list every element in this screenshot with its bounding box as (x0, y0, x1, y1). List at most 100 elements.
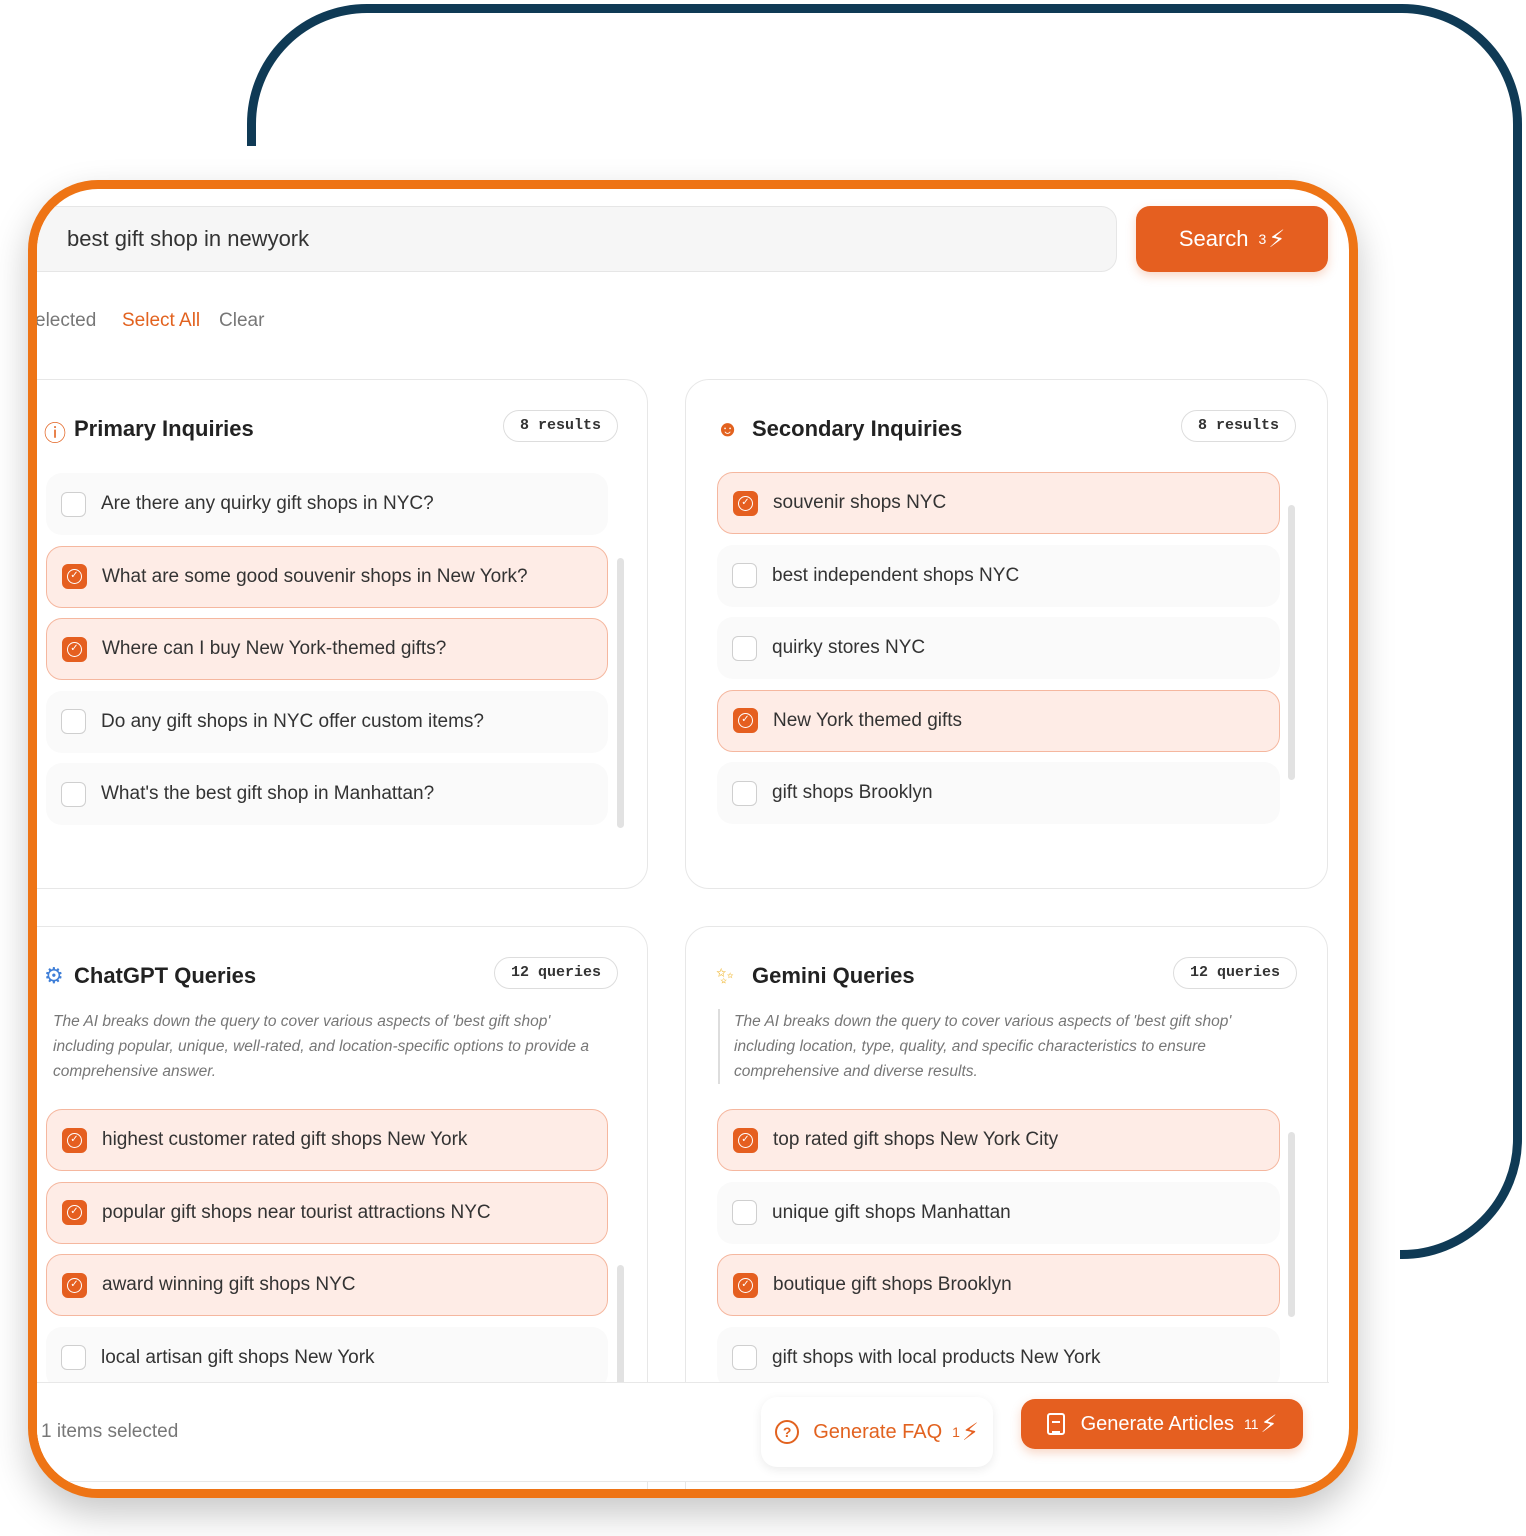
articles-cost: 11 (1244, 1416, 1259, 1432)
query-item[interactable]: ✓ award winning gift shops NYC (46, 1254, 608, 1316)
query-item[interactable]: ✓ gift shops with local products New York (717, 1326, 1280, 1389)
checkbox[interactable]: ✓ (61, 1345, 86, 1370)
search-input[interactable] (67, 207, 1067, 271)
query-label: souvenir shops NYC (773, 492, 947, 513)
query-item[interactable]: ✓ Where can I buy New York-themed gifts? (46, 618, 608, 680)
users-icon: ☻ (716, 416, 740, 441)
checkbox[interactable]: ✓ (732, 563, 757, 588)
checkbox-checked[interactable]: ✓ (62, 564, 87, 589)
panel-title: Gemini Queries (752, 963, 915, 988)
scrollbar[interactable] (1288, 505, 1295, 780)
query-item[interactable]: ✓ unique gift shops Manhattan (717, 1181, 1280, 1244)
query-label: What's the best gift shop in Manhattan? (101, 783, 435, 804)
panel-description: The AI breaks down the query to cover va… (53, 1013, 589, 1080)
check-icon: ✓ (67, 1132, 82, 1148)
panel-title: Primary Inquiries (74, 416, 254, 441)
query-label: What are some good souvenir shops in New… (102, 565, 528, 587)
check-icon: ✓ (67, 1205, 82, 1220)
query-label: highest customer rated gift shops New Yo… (102, 1129, 468, 1150)
query-item[interactable]: ✓ Do any gift shops in NYC offer custom i… (46, 690, 608, 753)
results-badge: 8 results (1181, 410, 1297, 442)
panel-description: The AI breaks down the query to cover va… (718, 1009, 1278, 1084)
results-badge: 8 results (503, 410, 619, 442)
secondary-inquiries-panel: ☻ Secondary Inquiries 8 results ✓ souveni… (685, 379, 1328, 889)
checkbox[interactable]: ✓ (732, 635, 757, 661)
generate-articles-button[interactable]: Generate Articles 11 ⚡︎ (1021, 1399, 1303, 1449)
checkbox[interactable]: ✓ (732, 780, 757, 806)
checkbox[interactable]: ✓ (61, 491, 86, 517)
query-label: quirky stores NYC (772, 637, 926, 658)
checkbox-checked[interactable]: ✓ (62, 1127, 87, 1153)
query-label: New York themed gifts (773, 709, 963, 731)
query-label: popular gift shops near tourist attracti… (102, 1201, 491, 1223)
query-item[interactable]: ✓ popular gift shops near tourist attract… (46, 1181, 608, 1244)
queries-badge: 12 queries (1173, 957, 1298, 989)
check-icon: ✓ (67, 641, 82, 657)
panel-title: Secondary Inquiries (752, 416, 963, 441)
search-button-label: Search (1178, 226, 1249, 251)
query-item[interactable]: ✓ highest customer rated gift shops New Y… (46, 1109, 608, 1171)
app-screen: ⚲ Search 3 ⚡︎ elected Select All Clear ⓘ… (37, 189, 1349, 1489)
sparkle-icon: ✨︎ (716, 963, 735, 988)
checkbox-checked[interactable]: ✓ (733, 1272, 758, 1298)
clear-link[interactable]: Clear (219, 310, 264, 332)
search-cost: 3 (1258, 231, 1267, 247)
scrollbar[interactable] (1288, 1132, 1295, 1317)
checkbox-checked[interactable]: ✓ (62, 1200, 87, 1225)
check-icon: ✓ (67, 569, 82, 584)
query-label: best independent shops NYC (772, 564, 1020, 586)
search-button[interactable]: Search 3 ⚡︎ (1136, 206, 1328, 272)
query-label: gift shops with local products New York (772, 1346, 1101, 1368)
bolt-icon: ⚡︎ (961, 1418, 979, 1446)
document-icon (1046, 1413, 1065, 1435)
query-label: Where can I buy New York-themed gifts? (102, 638, 447, 659)
scrollbar[interactable] (617, 558, 624, 828)
query-item[interactable]: ✓ Are there any quirky gift shops in NYC? (46, 473, 608, 535)
checkbox-checked[interactable]: ✓ (62, 636, 87, 662)
check-icon: ✓ (738, 1277, 753, 1293)
query-item[interactable]: ✓ best independent shops NYC (717, 544, 1280, 607)
select-all-link[interactable]: Select All (122, 310, 200, 332)
check-icon: ✓ (738, 495, 753, 511)
query-label: unique gift shops Manhattan (772, 1201, 1011, 1223)
query-label: boutique gift shops Brooklyn (773, 1274, 1012, 1295)
question-icon: ⓘ (44, 421, 67, 446)
bolt-icon: ⚡︎ (1260, 1410, 1278, 1438)
query-item[interactable]: ✓ What's the best gift shop in Manhattan? (46, 763, 608, 825)
query-item[interactable]: ✓ local artisan gift shops New York (46, 1326, 608, 1389)
search-icon: ⚲ (37, 226, 39, 252)
queries-badge: 12 queries (494, 957, 619, 989)
query-item[interactable]: ✓ top rated gift shops New York City (717, 1109, 1280, 1171)
query-item[interactable]: ✓ souvenir shops NYC (717, 472, 1280, 534)
faq-cost: 1 (952, 1424, 960, 1440)
query-label: gift shops Brooklyn (772, 782, 933, 803)
check-icon: ✓ (738, 1132, 753, 1148)
question-circle-icon: ? (775, 1420, 800, 1444)
query-label: Do any gift shops in NYC offer custom it… (101, 710, 484, 732)
generate-faq-button[interactable]: ? Generate FAQ 1 ⚡︎ (761, 1397, 993, 1467)
checkbox[interactable]: ✓ (732, 1345, 757, 1370)
decorative-gap (1352, 1210, 1400, 1270)
items-selected-count: 1 items selected (41, 1421, 179, 1442)
query-label: award winning gift shops NYC (102, 1274, 356, 1295)
query-item[interactable]: ✓ boutique gift shops Brooklyn (717, 1254, 1280, 1316)
checkbox[interactable]: ✓ (61, 709, 86, 734)
articles-label: Generate Articles (1080, 1412, 1234, 1435)
query-label: Are there any quirky gift shops in NYC? (101, 493, 434, 514)
faq-label: Generate FAQ (813, 1420, 943, 1443)
query-item[interactable]: ✓ gift shops Brooklyn (717, 762, 1280, 824)
primary-inquiries-panel: ⓘ Primary Inquiries 8 results ✓ Are there… (37, 379, 648, 889)
checkbox-checked[interactable]: ✓ (733, 708, 758, 733)
checkbox[interactable]: ✓ (732, 1200, 757, 1225)
checkbox-checked[interactable]: ✓ (733, 490, 758, 516)
query-item[interactable]: ✓ New York themed gifts (717, 689, 1280, 752)
checkbox-checked[interactable]: ✓ (62, 1272, 87, 1298)
device-frame: ⚲ Search 3 ⚡︎ elected Select All Clear ⓘ… (28, 180, 1358, 1498)
query-label: local artisan gift shops New York (101, 1346, 375, 1368)
query-item[interactable]: ✓ What are some good souvenir shops in Ne… (46, 545, 608, 608)
checkbox[interactable]: ✓ (61, 781, 86, 807)
check-icon: ✓ (67, 1277, 82, 1293)
checkbox-checked[interactable]: ✓ (733, 1127, 758, 1153)
query-item[interactable]: ✓ quirky stores NYC (717, 617, 1280, 679)
selected-count: elected (35, 310, 97, 331)
